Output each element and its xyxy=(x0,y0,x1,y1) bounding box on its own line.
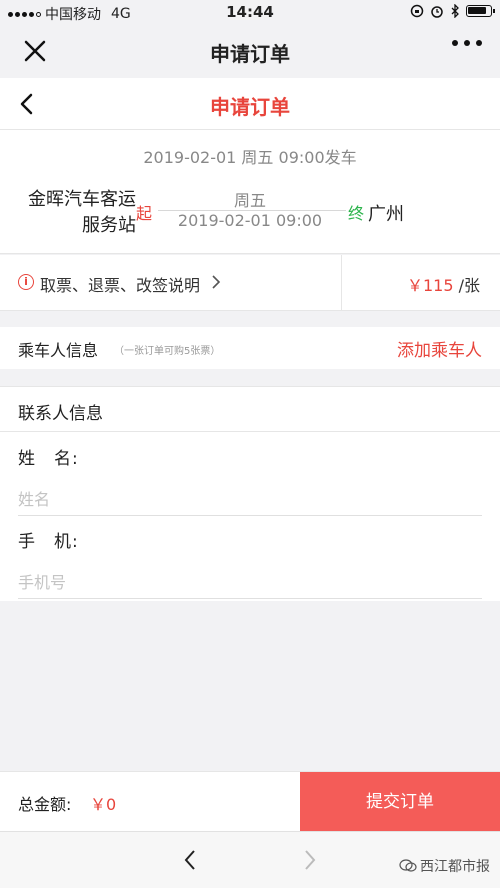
trip-datetime: 2019-02-01 09:00 xyxy=(177,211,323,230)
passenger-title: 乘车人信息 xyxy=(18,341,99,360)
wechat-nav-bar: 申请订单 xyxy=(0,26,500,78)
rotation-lock-icon xyxy=(410,4,424,18)
browser-back-icon[interactable] xyxy=(182,848,198,872)
page-header: 申请订单 xyxy=(0,78,500,130)
browser-toolbar: 西江都市报 xyxy=(0,831,500,888)
start-marker: 起 xyxy=(136,204,153,223)
contact-section: 联系人信息 姓 名: 手 机: xyxy=(0,386,500,601)
add-passenger-button[interactable]: 添加乘车人 xyxy=(397,336,482,361)
status-right xyxy=(410,4,495,18)
ticket-info-bar: i 取票、退票、改签说明 ￥115 /张 xyxy=(0,255,500,311)
passenger-section: 乘车人信息 （一张订单可购5张票） 添加乘车人 xyxy=(0,327,500,369)
contact-title: 联系人信息 xyxy=(18,404,103,424)
total-label: 总金额: xyxy=(18,795,72,814)
phone-label: 手 机: xyxy=(18,532,79,552)
wechat-logo-icon xyxy=(399,859,417,872)
passenger-limit-note: （一张订单可购5张票） xyxy=(114,346,221,357)
destination-station: 广州 xyxy=(368,204,404,225)
status-bar: 中国移动 4G 14:44 xyxy=(0,0,500,26)
submit-order-button[interactable]: 提交订单 xyxy=(300,772,500,832)
ticket-price: ￥115 /张 xyxy=(407,272,480,296)
battery-icon xyxy=(466,5,495,17)
divider xyxy=(341,255,342,311)
trip-weekday: 周五 xyxy=(233,191,266,210)
watermark-text: 西江都市报 xyxy=(420,859,490,875)
divider xyxy=(0,431,500,432)
end-marker: 终 xyxy=(348,204,365,223)
chevron-right-icon[interactable] xyxy=(210,273,222,291)
phone-input[interactable] xyxy=(18,567,482,599)
more-icon[interactable] xyxy=(452,40,482,46)
price-unit: /张 xyxy=(458,276,480,295)
total-amount: ￥0 xyxy=(90,795,117,814)
departure-time: 2019-02-01 周五 09:00发车 xyxy=(143,148,357,167)
price-amount: ￥115 xyxy=(406,276,454,295)
order-bottom-bar: 总金额: ￥0 提交订单 xyxy=(0,771,500,832)
trip-card: 2019-02-01 周五 09:00发车 金晖汽车客运服务站 起 周五 201… xyxy=(0,130,500,254)
alarm-icon xyxy=(431,6,443,18)
bluetooth-icon xyxy=(451,4,459,18)
ticket-policy-link[interactable]: 取票、退票、改签说明 xyxy=(40,272,200,296)
page-title: 申请订单 xyxy=(210,95,290,119)
origin-station: 金晖汽车客运服务站 xyxy=(28,189,136,236)
name-input[interactable] xyxy=(18,484,482,516)
watermark: 西江都市报 xyxy=(399,856,490,876)
info-icon[interactable]: i xyxy=(18,274,34,290)
browser-forward-icon[interactable] xyxy=(302,848,318,872)
name-label: 姓 名: xyxy=(18,449,79,469)
wechat-nav-title: 申请订单 xyxy=(210,42,290,66)
